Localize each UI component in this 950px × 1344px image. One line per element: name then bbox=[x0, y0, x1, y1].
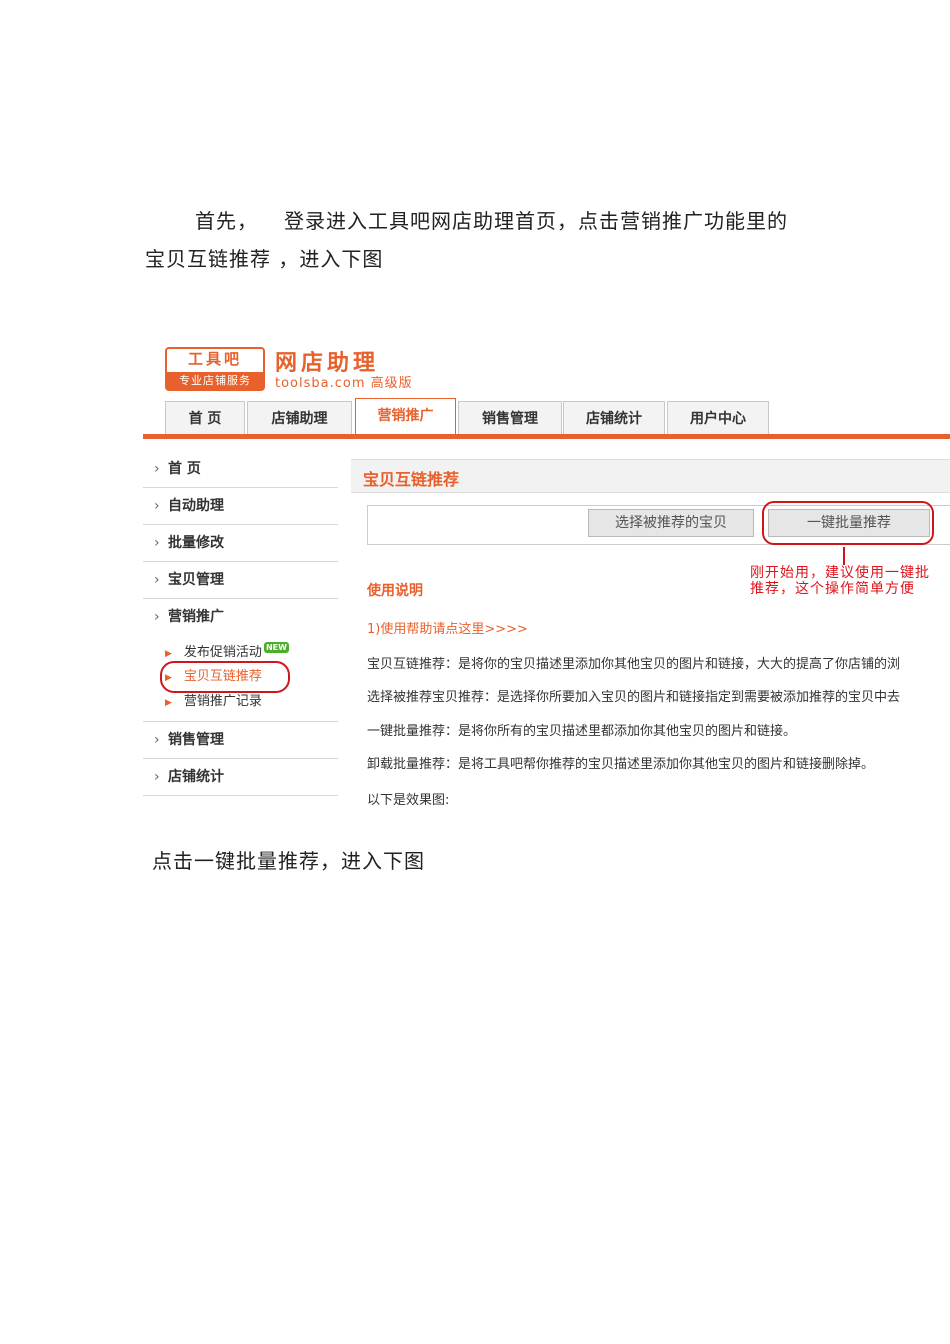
help-link[interactable]: 1)使用帮助请点这里>>>> bbox=[367, 618, 528, 637]
toolsba-logo: 工具吧 专业店铺服务 bbox=[165, 347, 265, 391]
tab-home[interactable]: 首 页 bbox=[165, 401, 245, 436]
step-paragraph: 点击一键批量推荐，进入下图 bbox=[152, 849, 425, 873]
chevron-right-icon: › bbox=[154, 535, 160, 551]
embedded-screenshot: 工具吧 专业店铺服务 网店助理 toolsba.com 高级版 首 页 店铺助理… bbox=[143, 335, 950, 805]
chevron-right-icon: › bbox=[154, 461, 160, 477]
new-badge: NEW bbox=[263, 642, 289, 653]
intro-lead: 首先， bbox=[195, 209, 258, 233]
highlight-oval bbox=[762, 501, 934, 545]
panel-title: 宝贝互链推荐 bbox=[363, 470, 460, 489]
tab-user-center[interactable]: 用户中心 bbox=[667, 401, 769, 436]
brand-subtitle: toolsba.com 高级版 bbox=[275, 376, 413, 391]
description-line: 选择被推荐宝贝推荐：是选择你所要加入宝贝的图片和链接指定到需要被添加推荐的宝贝中… bbox=[367, 690, 901, 705]
sidebar-item-batch-edit[interactable]: › 批量修改 bbox=[143, 525, 338, 562]
intro-paragraph: 首先， 登录进入工具吧网店助理首页，点击营销推广功能里的宝贝互链推荐 ，进入下图 bbox=[145, 202, 805, 278]
sidebar-item-sales[interactable]: › 销售管理 bbox=[143, 722, 338, 759]
sidebar-item-statistics[interactable]: › 店铺统计 bbox=[143, 759, 338, 796]
chevron-right-icon: › bbox=[154, 609, 160, 625]
usage-title: 使用说明 bbox=[367, 583, 423, 599]
logo-slogan: 专业店铺服务 bbox=[167, 372, 263, 389]
callout-note: 刚开始用，建议使用一键批 推荐，这个操作简单方便 bbox=[750, 565, 930, 597]
chevron-right-icon: › bbox=[154, 769, 160, 785]
chevron-right-icon: › bbox=[154, 572, 160, 588]
chevron-right-icon: › bbox=[154, 732, 160, 748]
tab-marketing[interactable]: 营销推广 bbox=[355, 398, 456, 437]
panel-header: 宝贝互链推荐 bbox=[351, 459, 950, 493]
tab-statistics[interactable]: 店铺统计 bbox=[563, 401, 665, 436]
triangle-right-icon: ▶ bbox=[165, 698, 172, 708]
sidebar-sub-records[interactable]: ▶ 营销推广记录 bbox=[165, 691, 262, 713]
tab-store-assistant[interactable]: 店铺助理 bbox=[247, 401, 352, 436]
sidebar-item-home[interactable]: › 首 页 bbox=[143, 451, 338, 488]
callout-line bbox=[843, 547, 845, 565]
sidebar-item-auto[interactable]: › 自动助理 bbox=[143, 488, 338, 525]
description-line: 宝贝互链推荐：是将你的宝贝描述里添加你其他宝贝的图片和链接，大大的提高了你店铺的… bbox=[367, 657, 901, 672]
tab-sales[interactable]: 销售管理 bbox=[458, 401, 562, 436]
sidebar-item-marketing[interactable]: › 营销推广 bbox=[143, 599, 338, 635]
triangle-right-icon: ▶ bbox=[165, 649, 172, 659]
highlight-oval bbox=[160, 661, 290, 693]
chevron-right-icon: › bbox=[154, 498, 160, 514]
logo-title: 工具吧 bbox=[187, 350, 242, 368]
select-recommended-button[interactable]: 选择被推荐的宝贝 bbox=[588, 509, 754, 537]
sidebar-item-products[interactable]: › 宝贝管理 bbox=[143, 562, 338, 599]
description-line: 一键批量推荐：是将你所有的宝贝描述里都添加你其他宝贝的图片和链接。 bbox=[367, 724, 797, 739]
nav-underline bbox=[143, 434, 950, 439]
description-line: 卸载批量推荐：是将工具吧帮你推荐的宝贝描述里添加你其他宝贝的图片和链接删除掉。 bbox=[367, 757, 875, 772]
description-line: 以下是效果图: bbox=[367, 793, 450, 805]
